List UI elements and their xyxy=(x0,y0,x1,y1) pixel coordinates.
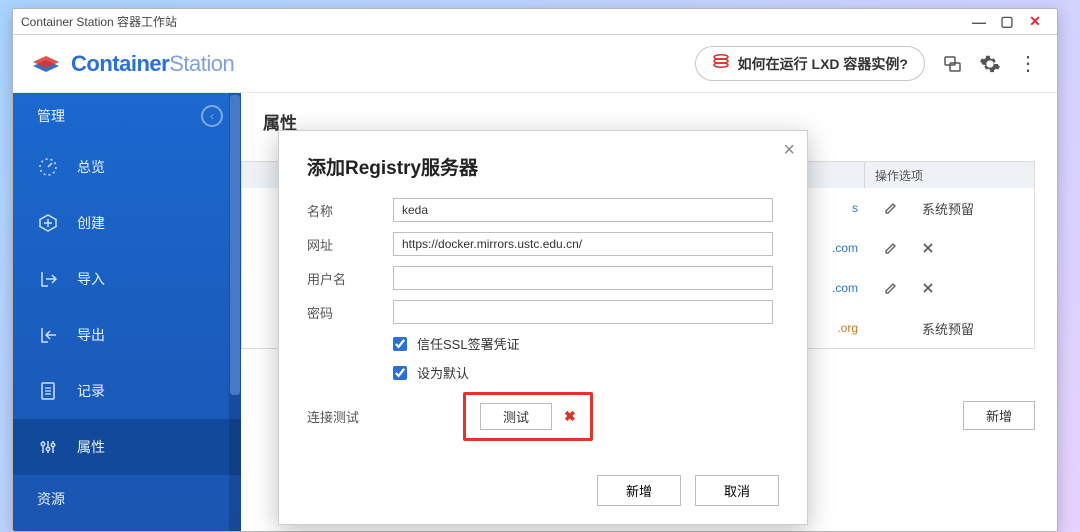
export-icon xyxy=(37,325,59,345)
delete-icon[interactable] xyxy=(922,282,934,294)
sidebar-item-create[interactable]: 创建 xyxy=(13,195,241,251)
os-titlebar: Container Station 容器工作站 — ▢ ✕ xyxy=(13,9,1057,35)
maximize-button[interactable]: ▢ xyxy=(993,13,1021,30)
sidebar-group-resources-label: 资源 xyxy=(37,489,65,509)
checkbox-trust-ssl[interactable] xyxy=(393,337,407,351)
gauge-icon xyxy=(37,157,59,177)
settings-icon[interactable] xyxy=(979,53,1001,75)
test-fail-icon: ✖ xyxy=(564,408,576,425)
logo-text: ContainerStation xyxy=(71,51,234,77)
sidebar: 管理 ‹ 总览 创建 导入 xyxy=(13,93,241,531)
input-password[interactable] xyxy=(393,300,773,324)
sidebar-item-label: 记录 xyxy=(77,381,105,401)
sidebar-scrollbar[interactable] xyxy=(229,93,241,531)
connection-test-area: 测试 ✖ xyxy=(463,392,593,441)
table-add-button[interactable]: 新增 xyxy=(963,401,1035,430)
dialog-add-button[interactable]: 新增 xyxy=(597,475,681,506)
edit-icon[interactable] xyxy=(884,241,898,255)
cell-reserved: 系统预留 xyxy=(922,319,974,338)
app-header: ContainerStation 如何在运行 LXD 容器实例? ⋮ xyxy=(13,35,1057,93)
sidebar-item-label: 创建 xyxy=(77,213,105,233)
edit-icon[interactable] xyxy=(884,201,898,215)
sidebar-group-label: 管理 xyxy=(37,106,65,126)
label-password: 密码 xyxy=(307,303,393,322)
add-registry-dialog: × 添加Registry服务器 名称 网址 用户名 密码 信任SSL签署凭证 设… xyxy=(278,130,808,525)
label-conn-test: 连接测试 xyxy=(307,407,393,426)
label-user: 用户名 xyxy=(307,269,393,288)
close-button[interactable]: ✕ xyxy=(1021,13,1049,30)
label-set-default: 设为默认 xyxy=(417,363,469,382)
sliders-icon xyxy=(37,437,59,457)
collapse-icon[interactable]: ‹ xyxy=(201,105,223,127)
minimize-button[interactable]: — xyxy=(965,14,993,30)
sidebar-item-export[interactable]: 导出 xyxy=(13,307,241,363)
sidebar-item-import[interactable]: 导入 xyxy=(13,251,241,307)
sidebar-item-label: 总览 xyxy=(77,157,105,177)
sidebar-item-label: 导出 xyxy=(77,325,105,345)
input-url[interactable] xyxy=(393,232,773,256)
edit-icon[interactable] xyxy=(884,281,898,295)
help-stack-icon xyxy=(712,53,730,74)
sidebar-group-resources[interactable]: 资源 xyxy=(13,475,241,523)
test-button[interactable]: 测试 xyxy=(480,403,552,430)
logo-icon xyxy=(31,52,61,76)
label-name: 名称 xyxy=(307,201,393,220)
delete-icon[interactable] xyxy=(922,242,934,254)
scrollbar-thumb[interactable] xyxy=(230,95,240,395)
sidebar-item-label: 导入 xyxy=(77,269,105,289)
cell-reserved: 系统预留 xyxy=(922,199,974,218)
sidebar-item-overview[interactable]: 总览 xyxy=(13,139,241,195)
dialog-title: 添加Registry服务器 xyxy=(279,131,807,190)
import-icon xyxy=(37,269,59,289)
doc-icon xyxy=(37,381,59,401)
logo: ContainerStation xyxy=(31,51,234,77)
help-lxd-label: 如何在运行 LXD 容器实例? xyxy=(738,54,908,74)
more-icon[interactable]: ⋮ xyxy=(1017,53,1039,75)
col-header-ops: 操作选项 xyxy=(864,162,1034,188)
label-url: 网址 xyxy=(307,235,393,254)
help-lxd-button[interactable]: 如何在运行 LXD 容器实例? xyxy=(695,46,925,81)
input-name[interactable] xyxy=(393,198,773,222)
checkbox-set-default[interactable] xyxy=(393,366,407,380)
input-user[interactable] xyxy=(393,266,773,290)
os-title: Container Station 容器工作站 xyxy=(21,13,965,30)
sidebar-item-log[interactable]: 记录 xyxy=(13,363,241,419)
dialog-cancel-button[interactable]: 取消 xyxy=(695,475,779,506)
network-icon[interactable] xyxy=(941,53,963,75)
label-trust-ssl: 信任SSL签署凭证 xyxy=(417,334,520,353)
sidebar-item-properties[interactable]: 属性 xyxy=(13,419,241,475)
sidebar-item-label: 属性 xyxy=(77,437,105,457)
dialog-close-icon[interactable]: × xyxy=(783,139,795,162)
plus-circle-icon xyxy=(37,213,59,233)
sidebar-group-management[interactable]: 管理 ‹ xyxy=(13,93,241,139)
